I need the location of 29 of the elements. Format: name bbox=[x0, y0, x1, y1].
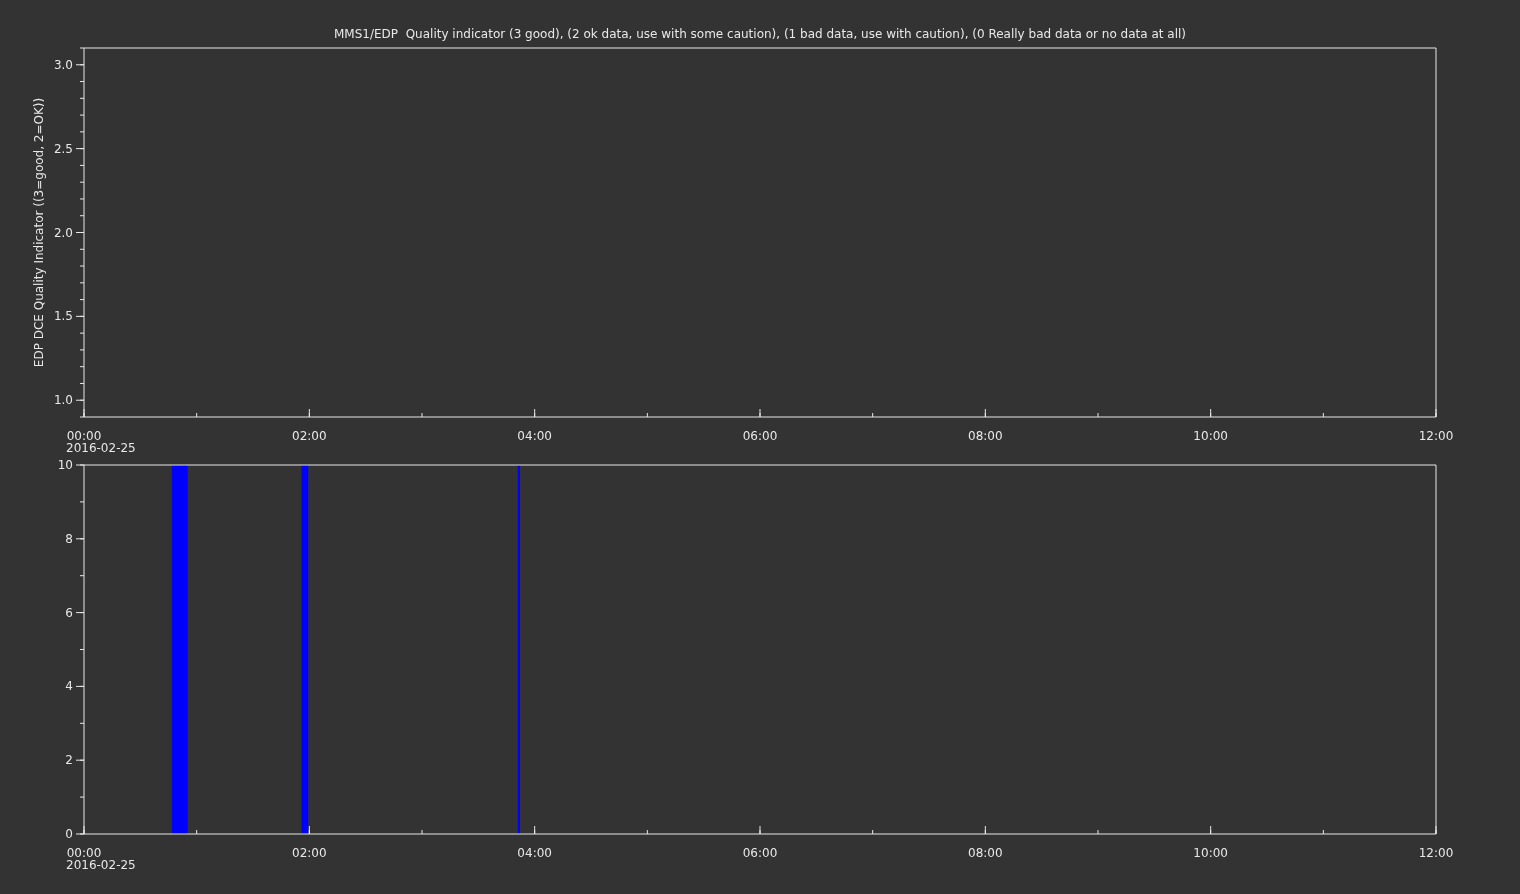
tick-label: 12:00 bbox=[1418, 429, 1454, 443]
tick-label: 02:00 bbox=[292, 429, 327, 443]
tick-label: 6 bbox=[65, 605, 73, 620]
tick-label: 04:00 bbox=[517, 429, 552, 443]
tick-label: 0 bbox=[65, 827, 73, 841]
tick-label: 00:00 bbox=[66, 429, 102, 443]
tick-label: 06:00 bbox=[742, 846, 778, 860]
tick-label: 06:00 bbox=[742, 429, 778, 443]
tick-label: 4 bbox=[65, 679, 73, 694]
tick-label: 08:00 bbox=[968, 429, 1003, 443]
tick-label: 04:00 bbox=[517, 846, 552, 860]
chart-title: MMS1/EDP Quality indicator (3 good), (2 ok data, use with some caution), (1 bad data, use with caution), (0 Really bad data or no data at all) bbox=[333, 27, 1187, 41]
tick-label: 2.0 bbox=[53, 225, 73, 240]
tick-label: 2.5 bbox=[53, 141, 73, 156]
tick-label: 10:00 bbox=[1193, 429, 1228, 443]
tick-label: 8 bbox=[65, 531, 73, 546]
tick-label: 1.5 bbox=[53, 309, 73, 324]
date-label: 2016-02-25 bbox=[66, 858, 136, 872]
tick-label: 08:00 bbox=[968, 846, 1003, 860]
date-label: 2016-02-25 bbox=[66, 441, 136, 455]
tick-label: 1.0 bbox=[53, 393, 73, 408]
axis-title: EDP DCE Quality Indicator ((3=good, 2=OK)) bbox=[32, 97, 46, 368]
tick-label: 10:00 bbox=[1193, 846, 1228, 860]
tick-label: 10 bbox=[57, 458, 73, 472]
tick-label: 02:00 bbox=[292, 846, 327, 860]
tick-label: 3.0 bbox=[53, 57, 73, 72]
tick-label: 00:00 bbox=[66, 846, 102, 860]
tick-label: 12:00 bbox=[1418, 846, 1454, 860]
tick-label: 2 bbox=[65, 753, 73, 768]
